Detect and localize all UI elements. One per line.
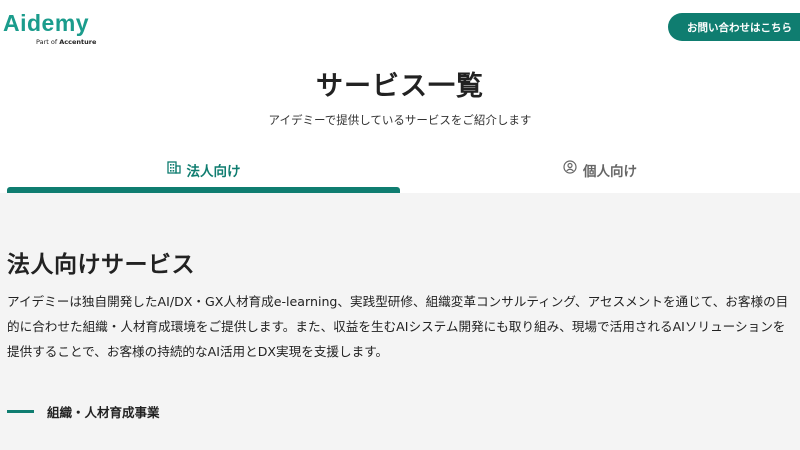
subsection-accent-bar (7, 410, 34, 413)
tab-corporate-label: 法人向け (186, 164, 241, 180)
tab-individual[interactable]: 個人向け (400, 150, 800, 193)
contact-button[interactable]: お問い合わせはこちら (668, 13, 800, 41)
logo-tagline-prefix: Part of (36, 38, 58, 46)
logo-wordmark: Aidemy (3, 10, 90, 36)
section-description: アイデミーは独自開発したAI/DX・GX人材育成e-learning、実践型研修… (7, 294, 789, 359)
logo-tagline-brand: Accenture (59, 38, 97, 46)
subsection-heading: 組織・人材育成事業 (7, 402, 160, 421)
building-icon (166, 160, 181, 178)
corporate-services-section: 法人向けサービス アイデミーは独自開発したAI/DX・GX人材育成e-learn… (0, 193, 800, 450)
page-subtitle: アイデミーで提供しているサービスをご紹介します (268, 113, 532, 127)
logo-tagline: Part of Accenture (36, 38, 96, 46)
site-header: Aidemy Part of Accenture お問い合わせはこちら (0, 0, 800, 58)
service-tabs: 法人向け 個人向け (0, 150, 800, 193)
section-title: 法人向けサービス (7, 252, 195, 278)
person-icon (563, 160, 577, 178)
page-title: サービス一覧 (316, 71, 484, 102)
subsection-title: 組織・人材育成事業 (47, 405, 160, 420)
tab-individual-label: 個人向け (583, 164, 637, 180)
aidemy-logo[interactable]: Aidemy Part of Accenture (3, 10, 96, 46)
